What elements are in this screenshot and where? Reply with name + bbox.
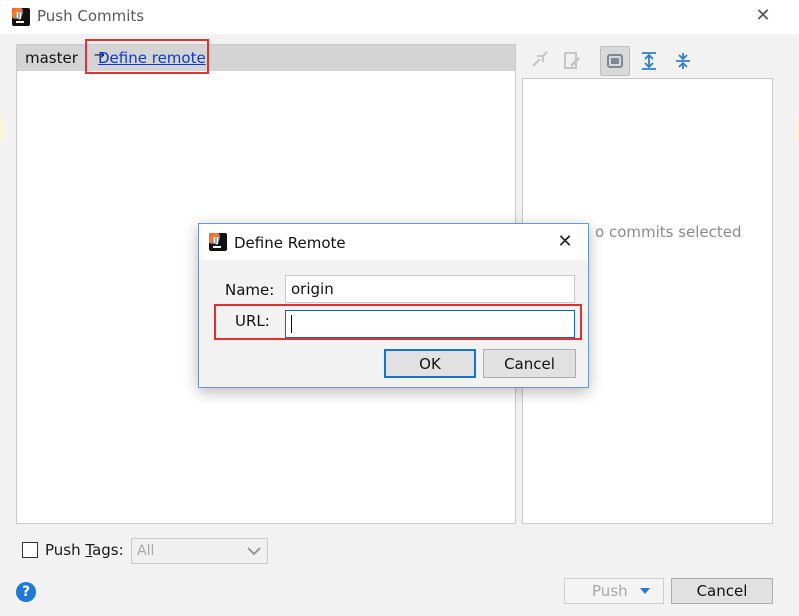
- dialog-close-icon[interactable]: ✕: [555, 232, 575, 252]
- toggle-details-icon[interactable]: [600, 46, 630, 76]
- tags-select[interactable]: All: [131, 538, 268, 564]
- text-caret: [291, 315, 292, 333]
- window-close-icon[interactable]: ✕: [752, 5, 774, 27]
- intellij-logo-icon: IJ: [209, 233, 227, 251]
- dialog-cancel-button-label: Cancel: [504, 355, 555, 373]
- cancel-button-label: Cancel: [696, 582, 748, 600]
- intellij-logo-icon: IJ: [12, 8, 30, 26]
- push-tags-checkbox[interactable]: [22, 542, 38, 558]
- push-button[interactable]: Push: [564, 578, 664, 604]
- define-remote-dialog: IJ Define Remote ✕ Name: URL: OK Cancel: [198, 223, 589, 388]
- collapse-all-icon[interactable]: [668, 46, 698, 76]
- url-input[interactable]: [285, 310, 575, 338]
- tags-select-value: All: [137, 543, 155, 559]
- fetch-icon[interactable]: [525, 46, 555, 76]
- cancel-button[interactable]: Cancel: [671, 578, 773, 604]
- window-title-bar: IJ Push Commits ✕: [0, 0, 799, 34]
- dialog-title: Define Remote: [234, 234, 346, 252]
- push-button-label: Push: [592, 582, 628, 600]
- name-input[interactable]: [285, 275, 575, 303]
- dialog-title-bar: IJ Define Remote ✕: [199, 224, 588, 260]
- details-toolbar: [523, 44, 773, 76]
- repository-row[interactable]: master → Define remote: [17, 45, 515, 71]
- ok-button[interactable]: OK: [384, 349, 476, 378]
- name-label: Name:: [225, 281, 275, 299]
- push-tags-label: Push Tags:: [45, 541, 124, 559]
- window-title: Push Commits: [37, 7, 145, 25]
- edit-commit-icon[interactable]: [557, 46, 587, 76]
- branch-label: master: [25, 49, 78, 67]
- ok-button-label: OK: [419, 355, 441, 373]
- define-remote-link[interactable]: Define remote: [98, 49, 206, 67]
- dialog-cancel-button[interactable]: Cancel: [483, 349, 576, 378]
- no-commits-text: o commits selected: [595, 223, 742, 241]
- help-icon[interactable]: ?: [16, 582, 36, 602]
- url-label: URL:: [235, 312, 270, 330]
- background-edge: [0, 118, 3, 140]
- expand-all-icon[interactable]: [634, 46, 664, 76]
- push-commits-window: IJ Push Commits ✕ master → Define remote: [0, 0, 799, 616]
- dropdown-arrow-icon[interactable]: [640, 588, 650, 595]
- chevron-down-icon: [247, 547, 261, 556]
